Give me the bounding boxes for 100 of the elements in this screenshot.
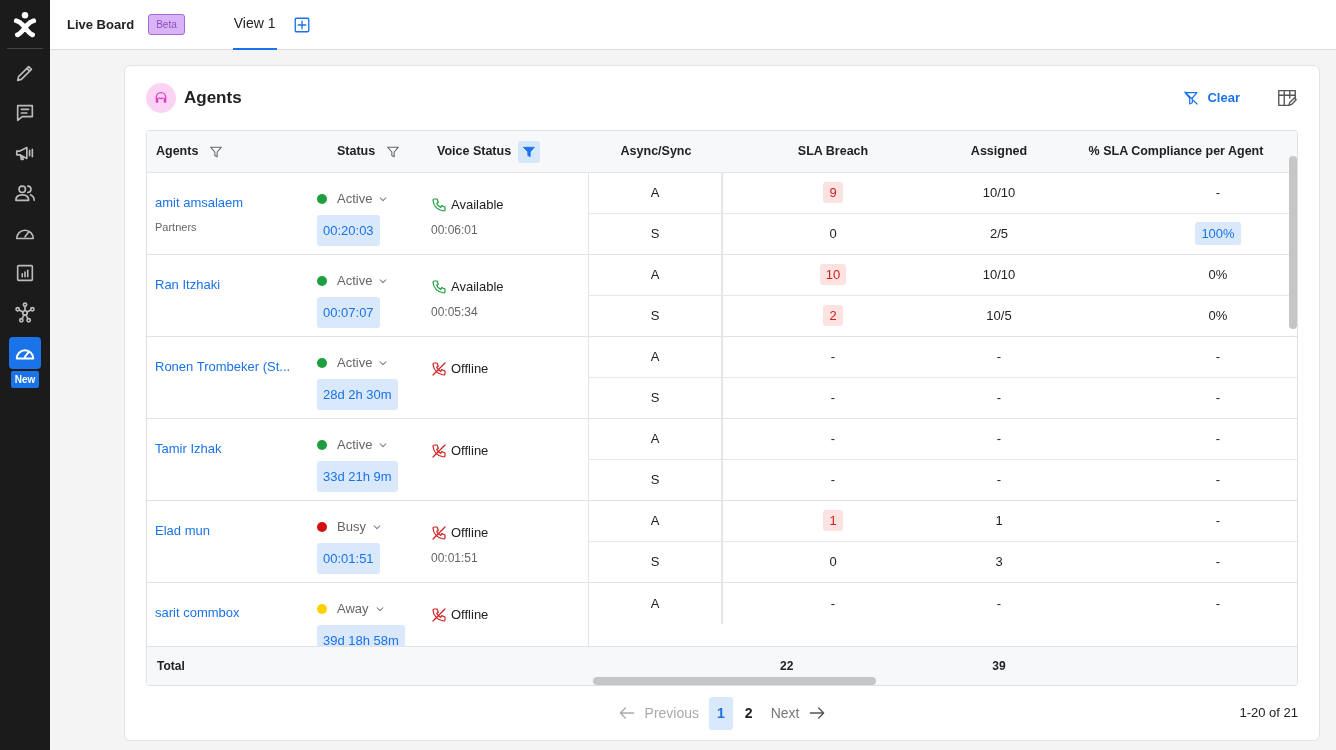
- mode-label: S: [650, 389, 660, 407]
- agent-link[interactable]: amit amsalaem: [155, 195, 244, 210]
- assigned-value: -: [996, 390, 1002, 405]
- column-header: Agents: [156, 143, 199, 161]
- status-dropdown[interactable]: Active: [317, 435, 389, 455]
- vertical-scrollbar[interactable]: [1289, 156, 1297, 329]
- sla-breach-value: 0: [829, 554, 837, 569]
- horizontal-scrollbar[interactable]: [593, 677, 876, 685]
- status-dropdown[interactable]: Active: [317, 353, 389, 373]
- sla-breach-value: 0: [829, 226, 837, 241]
- assigned-value: -: [996, 595, 1002, 611]
- compliance-value: -: [1215, 390, 1221, 405]
- logo-icon: [12, 10, 38, 38]
- filter-icon: [522, 144, 537, 159]
- page-button[interactable]: 1: [709, 696, 733, 730]
- voice-status: Available: [451, 196, 504, 214]
- sla-breach-value: -: [830, 431, 836, 446]
- status-dropdown[interactable]: Active: [317, 189, 389, 209]
- mode-label: A: [650, 348, 660, 366]
- filter-button[interactable]: [518, 140, 541, 163]
- status-duration: 33d 21h 9m: [317, 460, 398, 492]
- sla-breach-value: -: [830, 390, 836, 405]
- compliance-value: -: [1215, 554, 1221, 569]
- assigned-value: 10/10: [982, 185, 1016, 200]
- assigned-value: -: [996, 472, 1002, 487]
- total-label: Total: [157, 659, 185, 673]
- sidebar-item[interactable]: [9, 337, 41, 369]
- compliance-value: 0%: [1208, 267, 1228, 282]
- mode-label: A: [650, 594, 660, 613]
- compliance-value: -: [1215, 185, 1221, 200]
- mode-label: A: [650, 184, 660, 202]
- table-edit-icon: [1276, 87, 1298, 109]
- agent-link[interactable]: Ronen Trombeker (St...: [155, 359, 291, 374]
- assigned-total: 39: [992, 659, 1006, 673]
- column-header: % SLA Compliance per Agent: [1088, 143, 1264, 161]
- page-range: 1-20 of 21: [1239, 704, 1298, 723]
- column-header: Async/Sync: [620, 143, 692, 161]
- assigned-value: -: [996, 349, 1002, 364]
- assigned-value: 1: [995, 513, 1003, 528]
- status-dropdown[interactable]: Away: [317, 599, 385, 619]
- agent-link[interactable]: Ran Itzhaki: [155, 277, 221, 292]
- voice-duration: 00:06:01: [431, 221, 479, 239]
- new-badge: New: [10, 371, 40, 388]
- voice-status: Offline: [451, 524, 489, 542]
- mode-label: A: [650, 266, 660, 284]
- page-title: Live Board: [67, 15, 135, 34]
- sla-breach-value: 1: [823, 510, 843, 531]
- people-icon: [14, 182, 36, 204]
- plus-icon: [292, 15, 311, 34]
- voice-status: Available: [451, 278, 504, 296]
- status-duration: 00:07:07: [317, 296, 380, 328]
- clear-filters-button[interactable]: Clear: [1177, 87, 1246, 109]
- agent-link[interactable]: sarit commbox: [155, 605, 240, 620]
- agent-link[interactable]: Tamir Izhak: [155, 441, 222, 456]
- assigned-value: -: [996, 431, 1002, 446]
- status-duration: 00:20:03: [317, 214, 380, 246]
- column-header: SLA Breach: [797, 143, 869, 161]
- mode-label: S: [650, 553, 660, 571]
- assigned-value: 10/5: [986, 308, 1012, 323]
- sla-breach-value: -: [830, 472, 836, 487]
- view-tab[interactable]: View 1: [232, 0, 277, 50]
- chart-icon: [14, 262, 36, 284]
- page-button[interactable]: 2: [736, 696, 761, 730]
- mode-label: A: [650, 512, 660, 530]
- column-settings-button[interactable]: [1276, 87, 1298, 109]
- compliance-value: 100%: [1195, 222, 1241, 245]
- beta-badge: Beta: [148, 14, 185, 35]
- filter-icon: [386, 144, 401, 159]
- sla-breach-value: 9: [823, 182, 843, 203]
- sla-breach-value: 10: [819, 264, 847, 285]
- assigned-value: 2/5: [989, 226, 1009, 241]
- voice-duration: 00:05:34: [431, 303, 479, 321]
- card-title: Agents: [184, 87, 242, 110]
- column-header: Voice Status: [437, 143, 512, 161]
- filter-off-icon: [1183, 90, 1200, 106]
- compliance-value: -: [1215, 513, 1221, 528]
- mode-label: A: [650, 430, 660, 448]
- status-duration: 28d 2h 30m: [317, 378, 398, 410]
- assigned-value: 3: [995, 554, 1003, 569]
- status-duration: 00:01:51: [317, 542, 380, 574]
- mode-label: S: [650, 307, 660, 325]
- sla-total: 22: [780, 659, 794, 673]
- sla-breach-value: -: [830, 595, 836, 611]
- status-dropdown[interactable]: Busy: [317, 517, 382, 537]
- compliance-value: -: [1215, 472, 1221, 487]
- mode-label: S: [650, 471, 660, 489]
- sla-breach-value: 2: [823, 305, 843, 326]
- compliance-value: 0%: [1208, 308, 1228, 323]
- mode-label: S: [650, 225, 660, 243]
- status-dropdown[interactable]: Active: [317, 271, 389, 291]
- network-icon: [14, 302, 36, 324]
- agent-link[interactable]: Elad mun: [155, 523, 210, 538]
- compliance-value: -: [1215, 431, 1221, 446]
- next-button[interactable]: Next: [764, 698, 834, 728]
- voice-status: Offline: [451, 606, 489, 624]
- voice-status: Offline: [451, 442, 489, 460]
- assigned-value: 10/10: [982, 267, 1016, 282]
- status-duration: 39d 18h 58m: [317, 624, 405, 646]
- filter-icon: [209, 144, 224, 159]
- team-label: Partners: [155, 219, 198, 235]
